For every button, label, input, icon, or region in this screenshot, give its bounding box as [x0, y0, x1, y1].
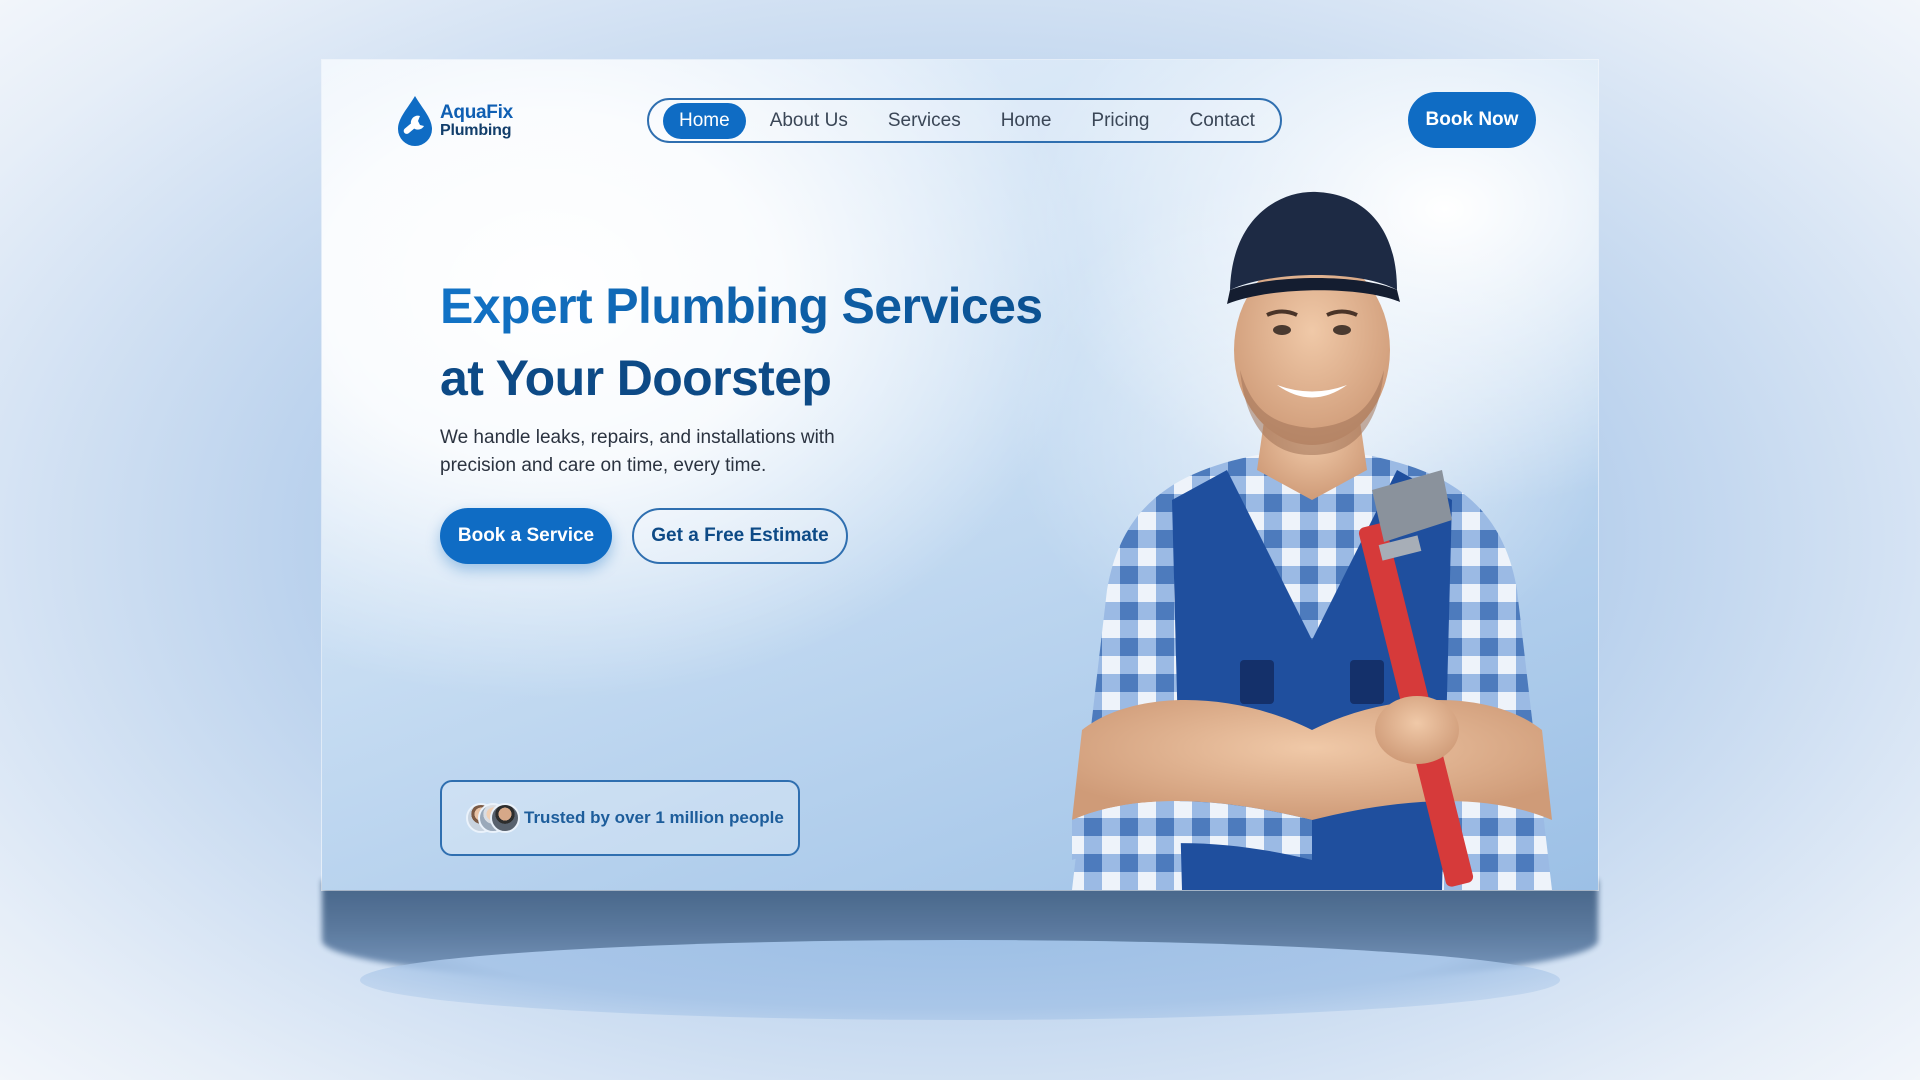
hero-headline-line-2: at Your Doorstep [440, 350, 832, 406]
nav-item-about-us[interactable]: About Us [754, 103, 864, 139]
hero-headline: Expert Plumbing Services at Your Doorste… [440, 270, 1080, 414]
brand-subtitle: Plumbing [440, 122, 512, 139]
trust-text: Trusted by over 1 million people [524, 808, 784, 827]
hero-subtext-line-1: We handle leaks, repairs, and installati… [440, 427, 835, 448]
nav-item-services[interactable]: Services [872, 103, 977, 139]
brand-logo[interactable]: AquaFix Plumbing [394, 94, 513, 148]
card-shadow-highlight [360, 940, 1560, 1020]
book-now-button[interactable]: Book Now [1408, 92, 1536, 148]
brand-name: AquaFix [440, 102, 513, 123]
plumber-with-wrench-photo [1012, 170, 1598, 890]
nav-item-home-2[interactable]: Home [985, 103, 1068, 139]
customer-avatars-icon [466, 801, 520, 835]
water-drop-wrench-icon [398, 96, 432, 146]
nav-item-pricing[interactable]: Pricing [1075, 103, 1165, 139]
avatar [490, 803, 520, 833]
nav-item-home[interactable]: Home [663, 102, 746, 139]
hero-subtext-line-2: precision and care on time, every time. [440, 455, 767, 476]
trust-badge: Trusted by over 1 million people [440, 780, 800, 856]
free-estimate-button[interactable]: Get a Free Estimate [632, 508, 848, 564]
main-nav: Home About Us Services Home Pricing Cont… [647, 98, 1282, 143]
landing-page: AquaFix Plumbing Home About Us Services … [322, 60, 1598, 890]
hero-subtext: We handle leaks, repairs, and installati… [440, 424, 920, 480]
nav-item-contact[interactable]: Contact [1173, 103, 1270, 139]
hero-headline-line-1: Expert Plumbing Services [440, 270, 1080, 342]
book-a-service-button[interactable]: Book a Service [440, 508, 612, 564]
